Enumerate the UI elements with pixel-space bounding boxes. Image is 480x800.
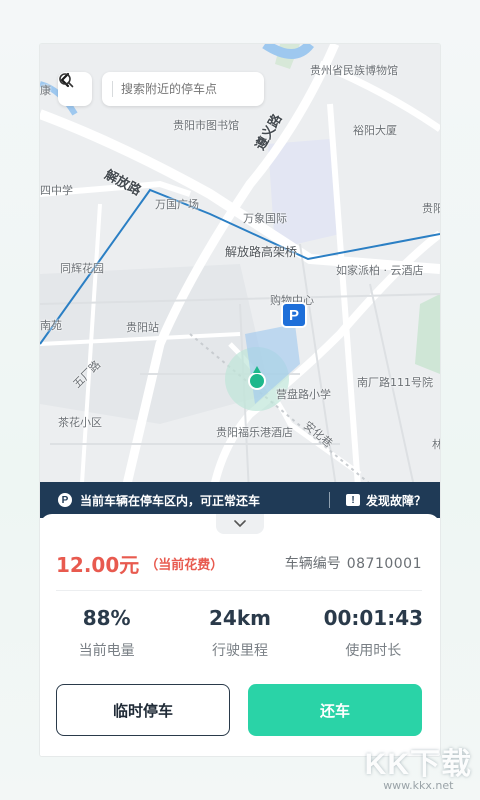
parking-icon: P	[58, 493, 72, 507]
distance-label: 行驶里程	[211, 643, 268, 659]
alert-message-icon: !	[345, 494, 360, 506]
vehicle-number: 车辆编号 08710001	[285, 553, 422, 573]
map-label-tonghui: 同辉花园	[60, 262, 104, 275]
map-topbar	[58, 72, 264, 106]
map-label-kang: 康	[40, 84, 51, 97]
search-icon	[59, 73, 74, 88]
panel-divider	[56, 590, 422, 591]
map-label-hotel: 贵阳福乐港酒店	[216, 426, 293, 439]
distance-value: 24km	[209, 606, 271, 630]
ride-stats: 88% 当前电量 24km 行驶里程 00:01:43 使用时长	[40, 606, 440, 660]
duration-value: 00:01:43	[323, 606, 424, 630]
watermark-logo: KK下载	[364, 748, 472, 781]
stat-distance: 24km 行驶里程	[173, 606, 306, 660]
map-label-yuyang: 裕阳大厦	[353, 124, 397, 137]
map-canvas	[40, 44, 440, 514]
map-label-guiyang-right: 贵阳	[422, 202, 440, 215]
battery-value: 88%	[82, 606, 131, 630]
duration-label: 使用时长	[345, 643, 402, 659]
map-label-middle-school: 四中学	[40, 184, 73, 197]
battery-label: 当前电量	[78, 643, 135, 659]
action-buttons: 临时停车 还车	[56, 684, 422, 736]
map-label-nanchang: 南厂路111号院	[357, 376, 433, 389]
vehicle-number-label: 车辆编号	[284, 556, 341, 572]
map-label-library: 贵阳市图书馆	[173, 119, 239, 132]
report-fault-button[interactable]: ! 发现故障？	[345, 492, 426, 509]
map-label-museum: 贵州省民族博物馆	[310, 64, 398, 77]
search-separator	[112, 81, 113, 97]
map-label-chahua: 茶花小区	[58, 416, 102, 429]
map-view[interactable]: 贵州省民族博物馆 康 贵阳市图书馆 裕阳大厦 解放路 遵义路 四中学 万国广场 …	[40, 44, 440, 514]
temp-park-button[interactable]: 临时停车	[56, 684, 230, 736]
fee-amount: 12.00元	[56, 552, 140, 577]
collapse-handle[interactable]	[216, 514, 264, 534]
notice-divider	[328, 492, 330, 508]
stat-duration: 00:01:43 使用时长	[307, 606, 440, 660]
fee-row: 12.00元 （当前花费） 车辆编号 08710001	[56, 550, 422, 577]
map-label-lin: 林	[432, 438, 440, 451]
map-label-nanyuan: 南苑	[40, 319, 62, 332]
map-label-yingpan: 营盘路小学	[276, 388, 331, 401]
chevron-down-icon	[234, 520, 246, 528]
map-label-rujia: 如家派柏 · 云酒店	[336, 264, 424, 277]
parking-marker[interactable]: P	[281, 302, 307, 328]
parking-notice-bar: P 当前车辆在停车区内，可正常还车 ! 发现故障？	[40, 482, 440, 518]
watermark: KK下载 www.kkx.net	[365, 739, 472, 792]
search-input[interactable]	[121, 82, 233, 96]
map-label-station: 贵阳站	[126, 321, 159, 334]
stat-battery: 88% 当前电量	[40, 606, 173, 660]
phone-screen: 贵州省民族博物馆 康 贵阳市图书馆 裕阳大厦 解放路 遵义路 四中学 万国广场 …	[40, 44, 440, 756]
map-label-wanguo: 万国广场	[155, 198, 199, 211]
fee-note: （当前花费）	[145, 557, 224, 573]
return-car-button[interactable]: 还车	[248, 684, 422, 736]
ride-info-panel: 12.00元 （当前花费） 车辆编号 08710001 88% 当前电量 24km…	[40, 514, 440, 756]
map-label-elevated: 解放路高架桥	[225, 245, 298, 259]
notice-text: 当前车辆在停车区内，可正常还车	[80, 493, 261, 508]
search-box[interactable]	[59, 72, 264, 106]
map-label-wanxiang: 万象国际	[243, 212, 287, 225]
vehicle-number-value: 08710001	[346, 556, 422, 572]
report-fault-label: 发现故障？	[365, 493, 426, 508]
